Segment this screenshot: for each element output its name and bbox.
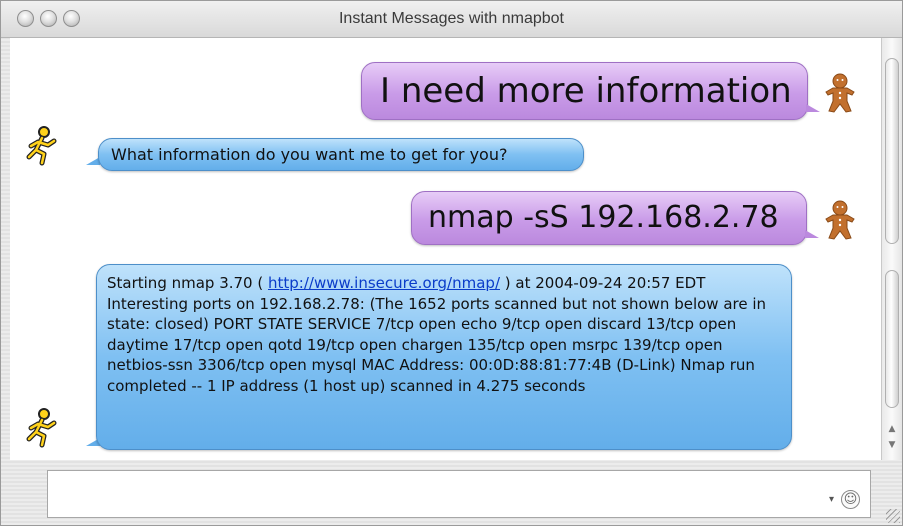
gingerbread-man-icon (825, 200, 855, 240)
smiley-icon[interactable]: ☺ (841, 490, 860, 509)
title-bar[interactable]: Instant Messages with nmapbot (1, 1, 902, 38)
incoming-message-bubble: Starting nmap 3.70 ( http://www.insecure… (96, 264, 792, 450)
message-text: What information do you want me to get f… (111, 145, 508, 164)
message-transcript[interactable]: I need more information What information… (10, 38, 881, 460)
scroll-track-top (885, 58, 899, 244)
outgoing-message-bubble: I need more information (361, 62, 808, 120)
outgoing-message-bubble: nmap -sS 192.168.2.78 (411, 191, 807, 245)
incoming-message-bubble: What information do you want me to get f… (98, 138, 584, 171)
nmap-url-link[interactable]: http://www.insecure.org/nmap/ (268, 274, 500, 292)
message-input[interactable] (47, 470, 871, 518)
aim-running-man-icon (26, 408, 57, 448)
scroll-down-arrow-icon[interactable]: ▼ (882, 438, 902, 452)
chevron-down-icon[interactable]: ▾ (829, 494, 834, 505)
scroll-up-arrow-icon[interactable]: ▲ (882, 422, 902, 436)
message-text-start: Starting nmap 3.70 ( (107, 274, 268, 292)
transcript-scrollbar[interactable]: ▲ ▼ (881, 38, 902, 460)
message-text: I need more information (380, 71, 792, 111)
window-title: Instant Messages with nmapbot (338, 10, 564, 27)
aim-running-man-icon (26, 126, 57, 166)
chat-window: Instant Messages with nmapbot I need mor… (0, 0, 903, 526)
message-text: nmap -sS 192.168.2.78 (428, 200, 779, 235)
scrollbar-thumb[interactable] (885, 270, 899, 408)
bubble-tail (805, 230, 819, 238)
message-text-rest: ) at 2004-09-24 20:57 EDT Interesting po… (107, 274, 767, 395)
gingerbread-man-icon (825, 73, 855, 113)
bubble-tail (806, 104, 820, 112)
resize-grip-icon[interactable] (886, 509, 900, 523)
